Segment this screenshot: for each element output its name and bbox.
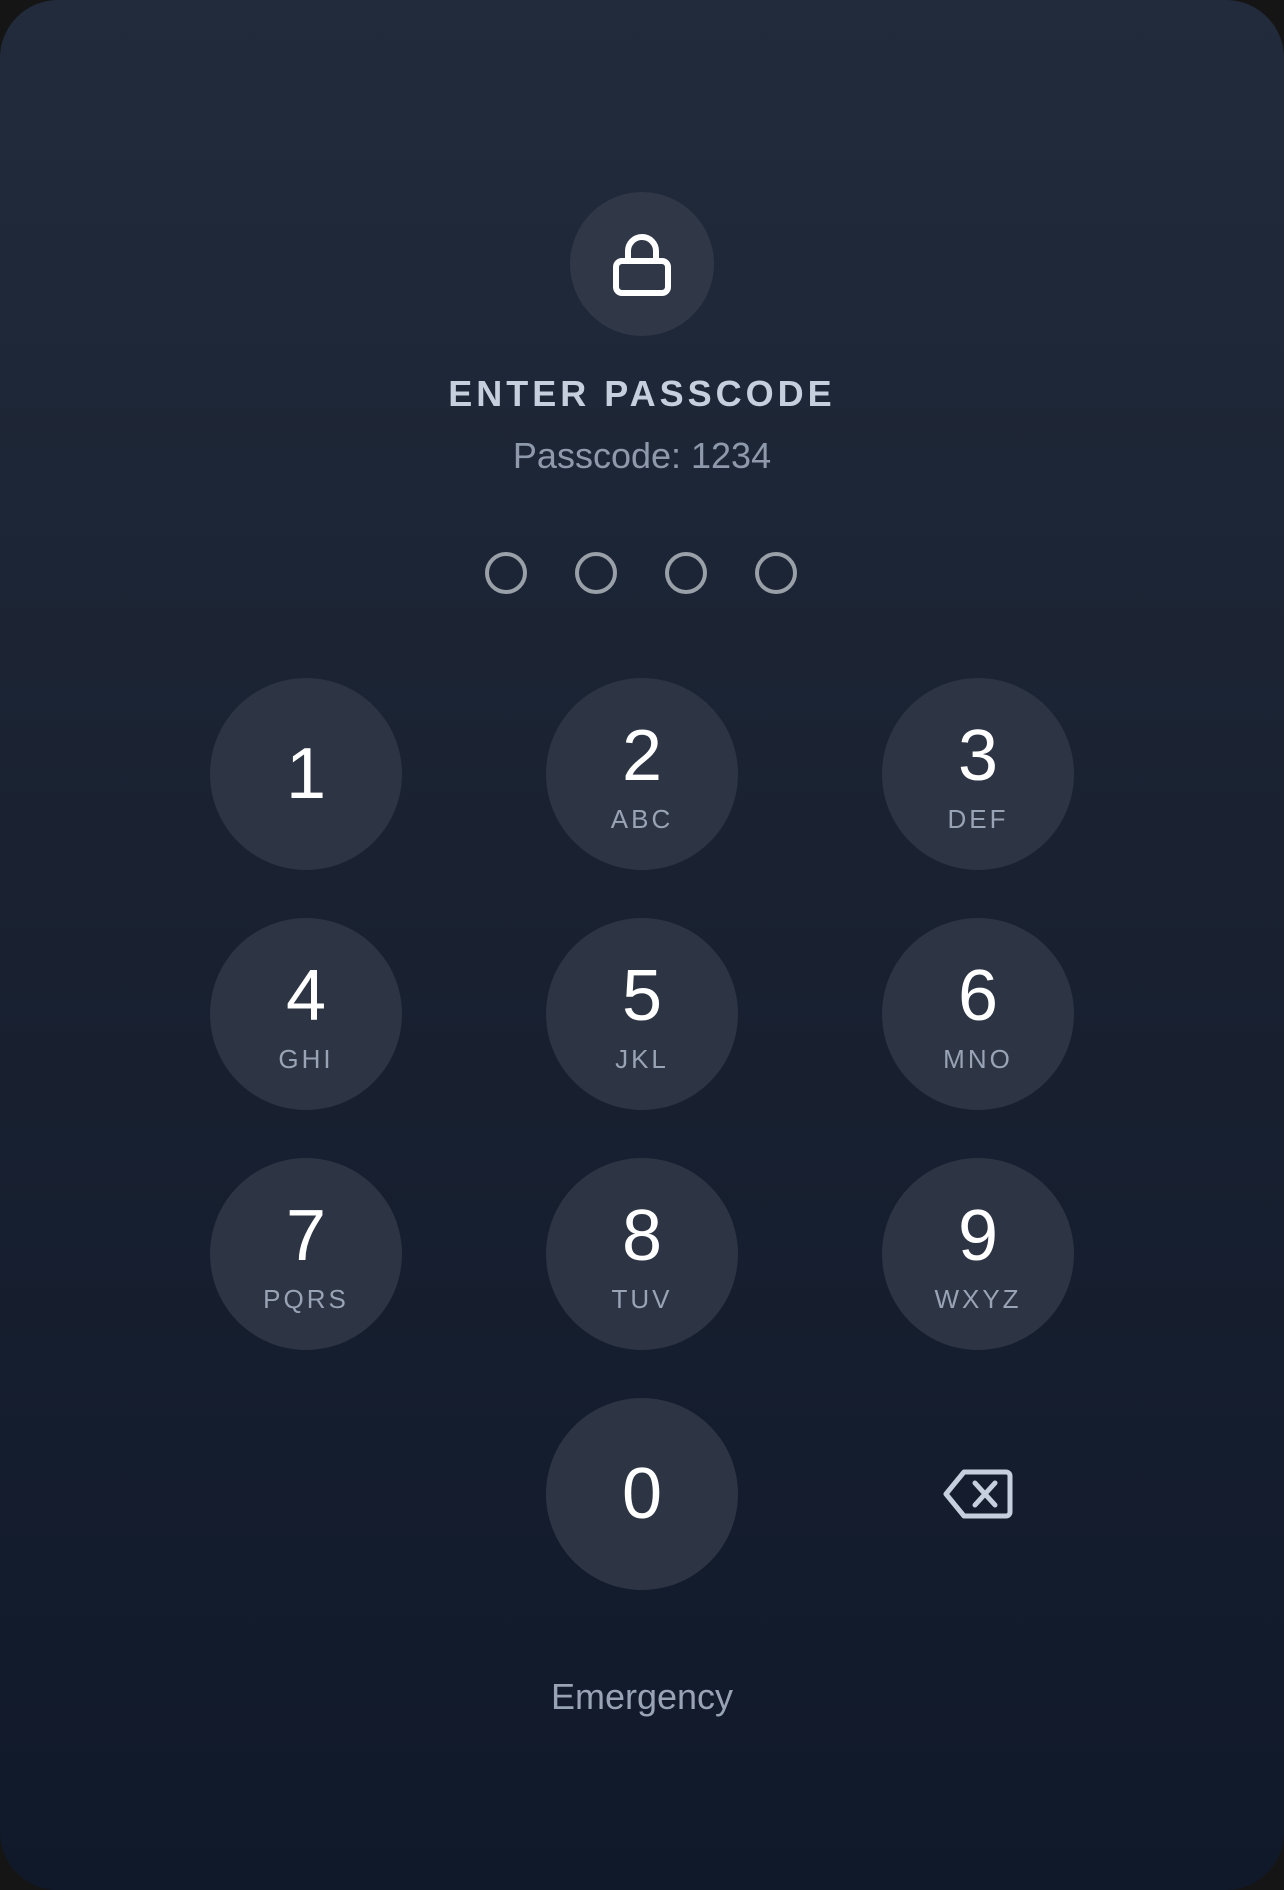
key-letters: WXYZ	[934, 1284, 1022, 1314]
key-letters: TUV	[611, 1284, 673, 1314]
key-digit: 5	[621, 956, 663, 1036]
key-letters: MNO	[943, 1044, 1013, 1074]
passcode-dots	[485, 552, 799, 594]
key-digit: 2	[621, 716, 663, 796]
key-7[interactable]: 7 PQRS	[210, 1158, 402, 1350]
lock-screen: ENTER PASSCODE Passcode: 1234 1 2 ABC 3 …	[0, 0, 1284, 1890]
key-8[interactable]: 8 TUV	[546, 1158, 738, 1350]
delete-button[interactable]	[882, 1398, 1074, 1590]
passcode-dot	[665, 552, 707, 594]
key-digit: 4	[285, 956, 327, 1036]
key-digit: 7	[285, 1196, 327, 1276]
lock-badge	[570, 192, 714, 336]
key-5[interactable]: 5 JKL	[546, 918, 738, 1110]
key-0[interactable]: 0	[546, 1398, 738, 1590]
key-digit: 6	[957, 956, 999, 1036]
page-title: ENTER PASSCODE	[448, 373, 836, 414]
lock-icon	[613, 234, 671, 296]
key-letters: JKL	[615, 1044, 669, 1074]
key-4[interactable]: 4 GHI	[210, 918, 402, 1110]
backspace-icon	[943, 1469, 1013, 1519]
key-letters: PQRS	[263, 1284, 349, 1314]
key-9[interactable]: 9 WXYZ	[882, 1158, 1074, 1350]
key-letters: DEF	[947, 804, 1009, 834]
key-6[interactable]: 6 MNO	[882, 918, 1074, 1110]
passcode-hint: Passcode: 1234	[512, 435, 772, 476]
key-digit: 0	[621, 1454, 663, 1534]
passcode-dot	[485, 552, 527, 594]
key-digit: 8	[621, 1196, 663, 1276]
emergency-button[interactable]: Emergency	[0, 1675, 1284, 1719]
key-letters: GHI	[278, 1044, 334, 1074]
passcode-dot	[575, 552, 617, 594]
passcode-dot	[755, 552, 797, 594]
key-digit: 3	[957, 716, 999, 796]
key-digit: 1	[285, 734, 327, 814]
key-1[interactable]: 1	[210, 678, 402, 870]
key-digit: 9	[957, 1196, 999, 1276]
key-2[interactable]: 2 ABC	[546, 678, 738, 870]
key-3[interactable]: 3 DEF	[882, 678, 1074, 870]
key-letters: ABC	[610, 804, 674, 834]
